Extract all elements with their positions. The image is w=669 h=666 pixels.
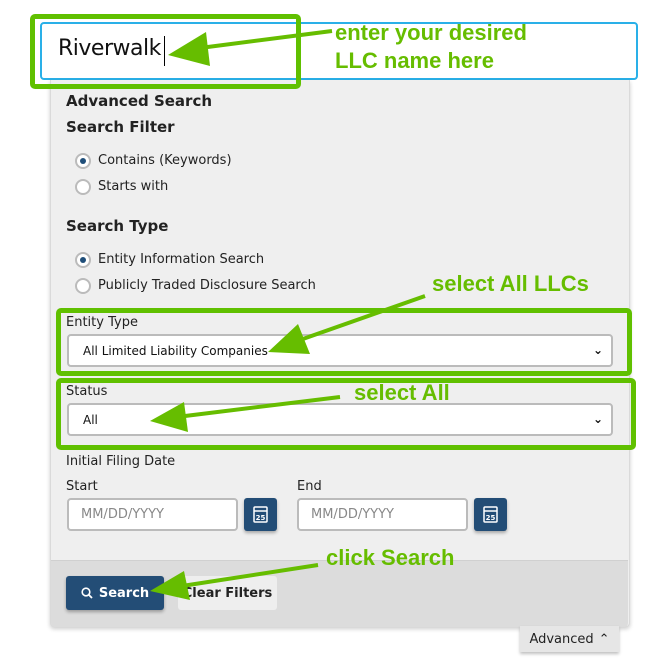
arrow-to-search-input (168, 29, 333, 66)
arrow-to-search-button (150, 563, 319, 600)
annotation-arrows (150, 29, 426, 600)
arrow-to-entity-type (268, 294, 426, 354)
arrow-to-status (150, 395, 341, 432)
